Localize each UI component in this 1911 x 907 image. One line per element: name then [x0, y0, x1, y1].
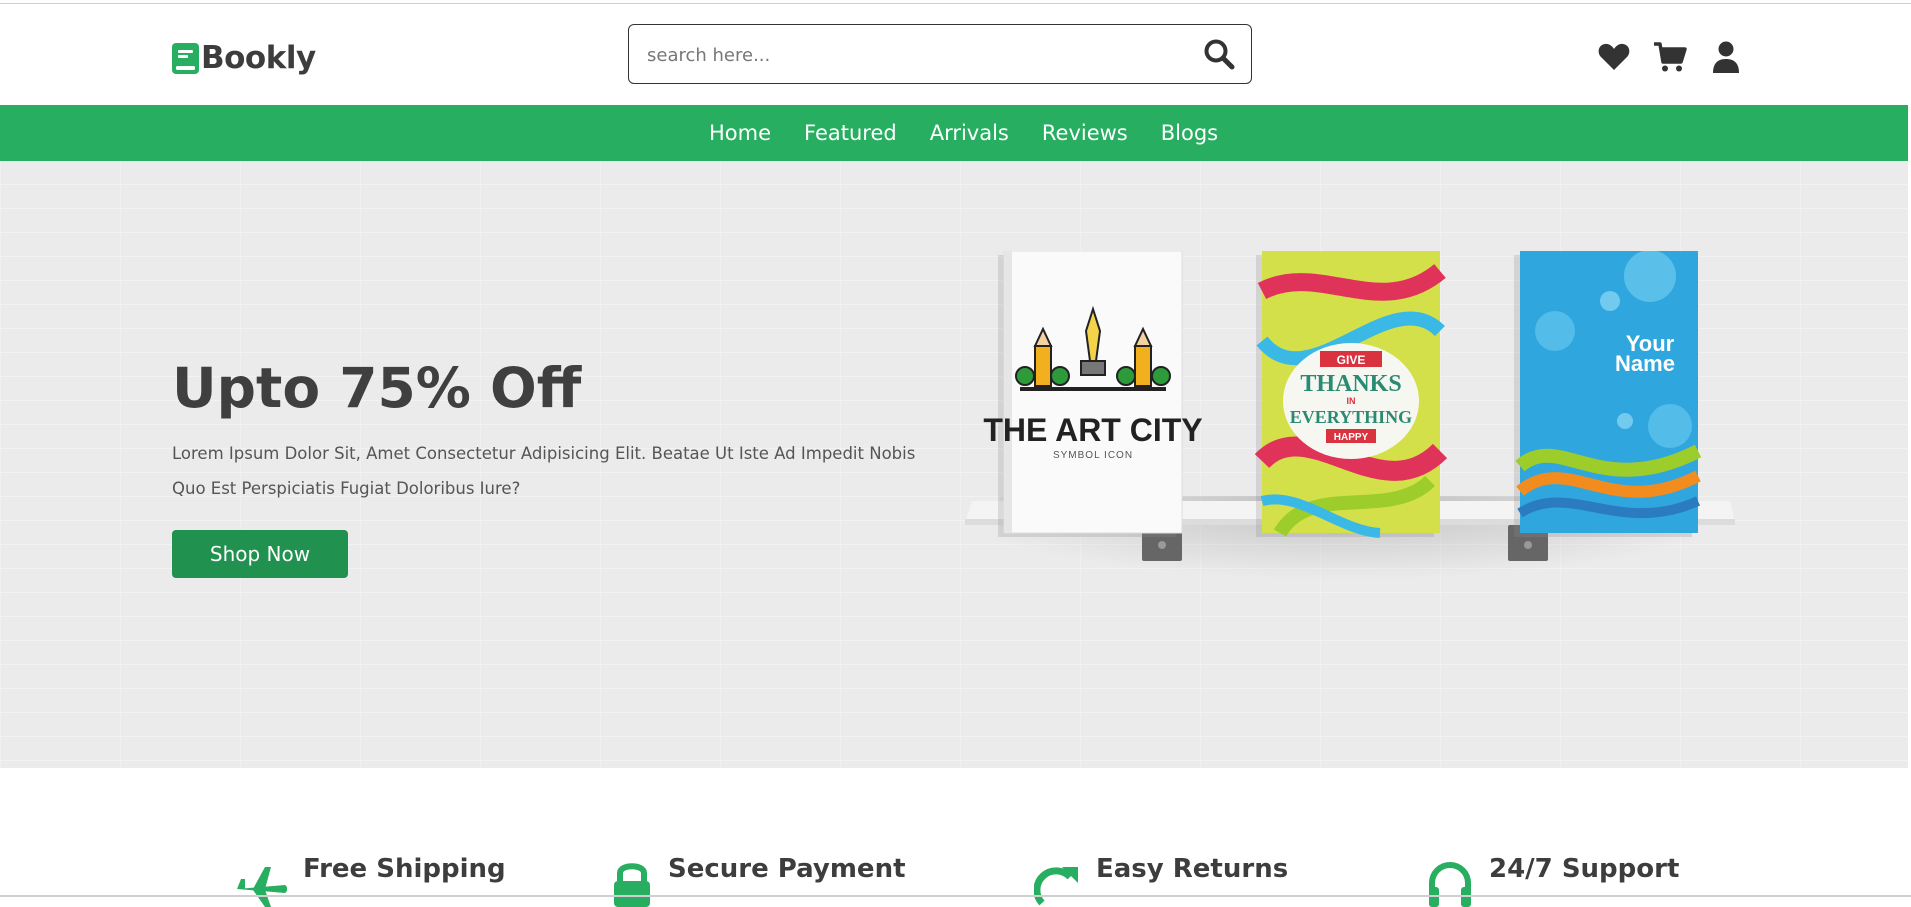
plane-icon — [237, 867, 287, 907]
cart-icon[interactable] — [1653, 40, 1687, 74]
feature-support: 24/7 Support — [1427, 854, 1679, 907]
feature-title: Easy Returns — [1096, 854, 1289, 884]
shop-now-button[interactable]: Shop Now — [172, 530, 348, 578]
hero-description: Lorem Ipsum Dolor Sit, Amet Consectetur … — [172, 444, 916, 498]
book2-line1: GIVE — [1337, 353, 1366, 367]
main-navbar: Home Featured Arrivals Reviews Blogs — [0, 105, 1908, 161]
search-icon[interactable] — [1203, 38, 1235, 70]
hero-title: Upto 75% Off — [172, 356, 582, 420]
book-icon — [172, 42, 199, 74]
book-cover-art-city: THE ART CITY SYMBOL ICON — [983, 251, 1203, 537]
nav-link-featured[interactable]: Featured — [804, 121, 897, 145]
nav-link-arrivals[interactable]: Arrivals — [930, 121, 1009, 145]
redo-icon — [1034, 867, 1078, 906]
search-input[interactable] — [645, 37, 1169, 73]
book-cover-your-name: Your Name — [1514, 251, 1702, 537]
header-icons — [1597, 40, 1743, 74]
feature-title: Secure Payment — [668, 854, 906, 884]
feature-secure-payment: Secure Payment — [612, 854, 906, 907]
feature-title: Free Shipping — [303, 854, 506, 884]
search-form — [628, 24, 1252, 84]
book2-line5: HAPPY — [1334, 432, 1369, 443]
nav-links: Home Featured Arrivals Reviews Blogs — [709, 105, 1251, 161]
logo-text: Bookly — [201, 40, 316, 76]
nav-link-reviews[interactable]: Reviews — [1042, 121, 1128, 145]
hero-banner: Upto 75% Off Lorem Ipsum Dolor Sit, Amet… — [0, 161, 1908, 768]
feature-free-shipping: Free Shipping — [235, 854, 506, 907]
headset-icon — [1429, 862, 1471, 907]
features-section: Free Shipping Secure Payment Easy Return… — [0, 768, 1911, 907]
feature-easy-returns: Easy Returns — [1034, 854, 1288, 907]
nav-link-blogs[interactable]: Blogs — [1161, 121, 1218, 145]
nav-link-home[interactable]: Home — [709, 121, 771, 145]
heart-icon[interactable] — [1597, 40, 1631, 74]
book1-subtitle: SYMBOL ICON — [1053, 450, 1133, 461]
book3-line2: Name — [1615, 351, 1675, 376]
book-shelf-illustration: THE ART CITY SYMBOL ICON GIVE THANKS IN … — [965, 251, 1735, 636]
feature-title: 24/7 Support — [1489, 854, 1680, 884]
user-icon[interactable] — [1709, 40, 1743, 74]
book-cover-thanks: GIVE THANKS IN EVERYTHING HAPPY — [1254, 251, 1448, 538]
book2-line3: IN — [1347, 396, 1356, 406]
book2-line2: THANKS — [1300, 371, 1401, 397]
logo[interactable]: Bookly — [172, 40, 316, 76]
book2-line4: EVERYTHING — [1290, 407, 1412, 427]
lock-icon — [614, 863, 650, 907]
site-header: Bookly — [0, 4, 1911, 105]
book1-title: THE ART CITY — [983, 412, 1202, 448]
